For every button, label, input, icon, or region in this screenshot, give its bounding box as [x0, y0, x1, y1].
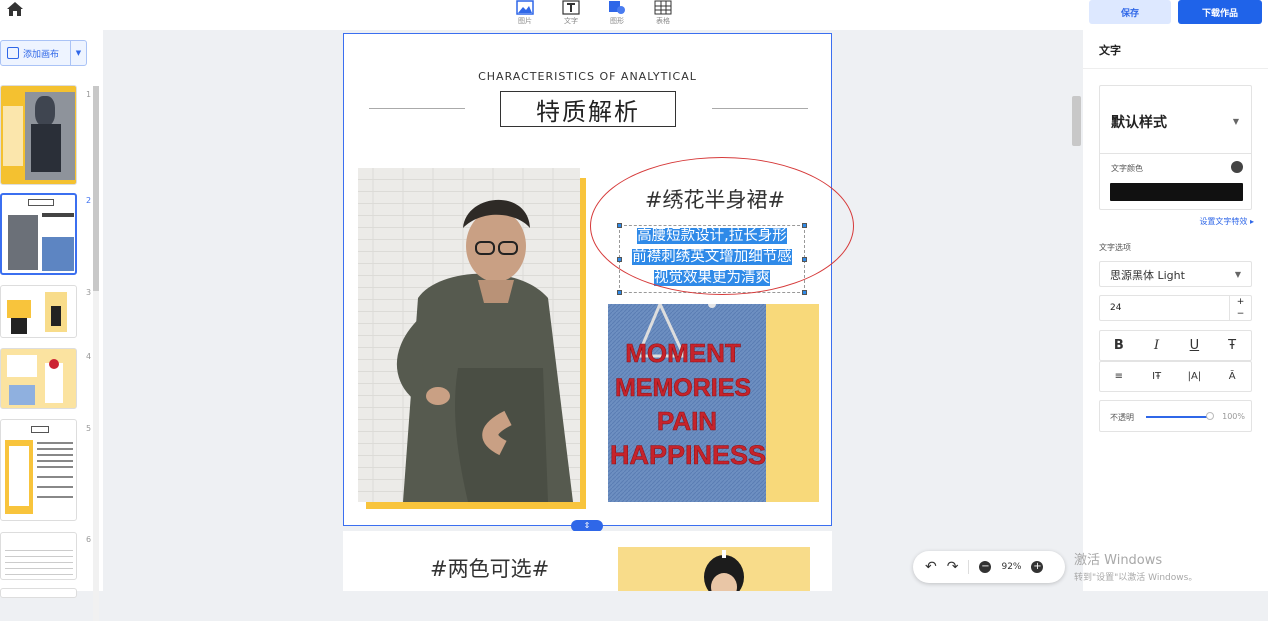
zoom-level: 92%	[1001, 562, 1022, 572]
zoom-divider	[968, 560, 970, 574]
page-number-5: 5	[86, 424, 92, 433]
canvas-scrollbar[interactable]	[1072, 96, 1081, 146]
tool-shape[interactable]: 图形	[602, 0, 632, 26]
watermark-line-2: 转到"设置"以激活 Windows。	[1074, 573, 1198, 583]
italic-button[interactable]: I	[1145, 338, 1169, 353]
home-icon[interactable]	[6, 1, 24, 17]
text-color-swatch[interactable]	[1110, 183, 1243, 201]
tool-image-label: 图片	[518, 17, 532, 25]
next-page-photo-image	[704, 550, 744, 591]
tool-shape-label: 图形	[610, 17, 624, 25]
page-thumbnail-7[interactable]	[0, 588, 77, 598]
strikethrough-button[interactable]: Ŧ	[1220, 338, 1244, 353]
text-format-toolbar: B I U Ŧ	[1099, 330, 1252, 361]
page-thumbnail-5[interactable]	[0, 419, 77, 521]
page-number-2: 2	[86, 196, 92, 205]
redo-icon[interactable]: ↷	[947, 559, 959, 575]
text-options-label: 文字选项	[1099, 243, 1131, 252]
text-icon	[562, 0, 580, 15]
annotation-circle	[590, 157, 854, 295]
page-thumbnail-3[interactable]	[0, 285, 77, 338]
align-button[interactable]: ≡	[1107, 371, 1131, 382]
opacity-label: 不透明	[1110, 413, 1134, 422]
page-thumbnail-1[interactable]	[0, 85, 77, 185]
page-thumbnail-6[interactable]	[0, 532, 77, 580]
table-icon	[654, 0, 672, 15]
add-canvas-button[interactable]: 添加画布 ▼	[0, 40, 87, 66]
tool-table[interactable]: 表格	[648, 0, 678, 26]
font-size-value: 24	[1110, 303, 1122, 313]
page-thumbnail-2[interactable]	[0, 193, 77, 275]
bold-button[interactable]: B	[1107, 338, 1131, 353]
zoom-controls: ↶ ↷ − 92% +	[913, 551, 1065, 583]
insert-tools: 图片 文字 图形 表格	[510, 0, 678, 26]
resize-handle-br[interactable]	[802, 290, 807, 295]
tool-text[interactable]: 文字	[556, 0, 586, 26]
chevron-down-icon[interactable]: ▼	[70, 41, 86, 65]
top-toolbar: 图片 文字 图形 表格 保存 下载作品	[0, 0, 1268, 30]
undo-icon[interactable]: ↶	[925, 559, 937, 575]
page-thumbnail-4[interactable]	[0, 348, 77, 409]
panel-title: 文字	[1099, 44, 1121, 57]
text-style-name[interactable]: 默认样式	[1111, 112, 1167, 132]
sidebar-scrollbar[interactable]	[93, 86, 99, 621]
model-photo[interactable]	[358, 168, 580, 502]
font-size-input[interactable]: 24 + −	[1099, 295, 1252, 321]
font-size-stepper[interactable]: + −	[1229, 296, 1251, 320]
opacity-value: 100%	[1222, 412, 1245, 421]
overline-button[interactable]: Ā	[1220, 371, 1244, 382]
image-icon	[516, 0, 534, 15]
embroidery-word-1: MOMENT	[625, 338, 741, 368]
next-page-photo[interactable]	[618, 547, 810, 591]
shape-icon	[609, 1, 625, 14]
style-divider	[1100, 153, 1251, 154]
text-align-toolbar: ≡ IŦ |A| Ā	[1099, 361, 1252, 392]
text-effects-link[interactable]: 设置文字特效 ▸	[1199, 216, 1254, 227]
zoom-in-icon[interactable]: +	[1031, 561, 1044, 573]
opacity-control: 不透明 100%	[1099, 400, 1252, 432]
line-height-button[interactable]: IŦ	[1145, 371, 1169, 382]
chevron-down-icon[interactable]: ▼	[1233, 117, 1239, 126]
tool-text-label: 文字	[564, 17, 578, 25]
embroidery-word-2: MEMORIES	[615, 374, 751, 402]
text-style-box: 默认样式 ▼ 文字颜色	[1099, 85, 1252, 210]
text-properties-panel: 文字 默认样式 ▼ 文字颜色 设置文字特效 ▸ 文字选项 思源黑体 Light …	[1083, 30, 1268, 591]
opacity-slider-track[interactable]	[1146, 416, 1210, 418]
page-number-4: 4	[86, 352, 92, 361]
watermark-line-1: 激活 Windows	[1074, 553, 1163, 568]
tool-table-label: 表格	[656, 17, 670, 25]
heading-english[interactable]: CHARACTERISTICS OF ANALYTICAL	[344, 70, 831, 83]
model-photo-image	[358, 168, 580, 502]
embroidery-photo[interactable]: MOMENT MEMORIES PAIN HAPPINESS	[608, 304, 766, 502]
resize-handle-bl[interactable]	[617, 290, 622, 295]
font-family-select[interactable]: 思源黑体 Light ▼	[1099, 261, 1252, 287]
add-canvas-icon	[7, 47, 19, 59]
font-family-value: 思源黑体 Light	[1110, 269, 1185, 282]
page-number-1: 1	[86, 90, 92, 99]
page-thumbnails-sidebar: 添加画布 ▼ 1 2 3 4 5 6	[0, 30, 103, 621]
download-button[interactable]: 下载作品	[1178, 0, 1262, 24]
page-number-6: 6	[86, 535, 92, 544]
underline-button[interactable]: U	[1182, 338, 1206, 353]
tool-image[interactable]: 图片	[510, 0, 540, 26]
two-colors-subtitle[interactable]: #两色可选#	[430, 553, 549, 583]
embroidery-word-3: PAIN	[657, 406, 717, 436]
divider-right	[712, 108, 808, 109]
letter-spacing-button[interactable]: |A|	[1182, 371, 1206, 382]
windows-activation-watermark: 激活 Windows 转到"设置"以激活 Windows。	[1074, 549, 1197, 583]
text-color-label: 文字颜色	[1111, 164, 1143, 173]
save-button[interactable]: 保存	[1089, 0, 1171, 24]
page-number-3: 3	[86, 288, 92, 297]
chevron-down-icon: ▼	[1234, 270, 1241, 279]
zoom-out-icon[interactable]: −	[979, 561, 992, 573]
heading-chinese[interactable]: 特质解析	[500, 91, 676, 127]
embroidery-word-4: HAPPINESS	[610, 440, 766, 470]
embroidery-photo-image: MOMENT MEMORIES PAIN HAPPINESS	[608, 304, 766, 502]
opacity-slider-handle[interactable]	[1206, 412, 1214, 420]
panel-divider	[1083, 68, 1268, 69]
palette-icon[interactable]	[1231, 161, 1243, 173]
divider-left	[369, 108, 465, 109]
